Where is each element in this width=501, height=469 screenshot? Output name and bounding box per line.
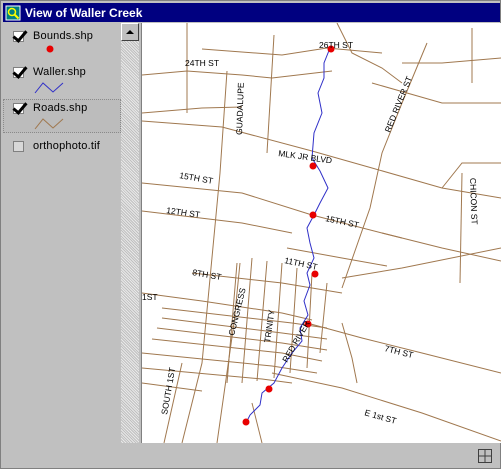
- line-symbol-icon: [34, 82, 64, 94]
- road-grid-v5: [273, 262, 283, 379]
- label-south1st: SOUTH 1ST: [159, 367, 177, 416]
- road-east-mid: [381, 232, 501, 262]
- layer-waller-checkbox[interactable]: [13, 67, 24, 78]
- label-12th: 12TH ST: [166, 205, 201, 220]
- label-guadalupe: GUADALUPE: [234, 82, 246, 135]
- layer-roads-name: Roads.shp: [33, 102, 88, 114]
- bounds-point: [309, 162, 317, 170]
- layer-bounds-name: Bounds.shp: [33, 30, 94, 42]
- layer-roads[interactable]: Roads.shp: [3, 99, 121, 133]
- view-window: View of Waller Creek Bounds.shp Waller.s…: [0, 0, 501, 469]
- status-bar: [3, 445, 500, 468]
- road-north-nw: [142, 106, 243, 114]
- label-e1st: E 1st ST: [363, 407, 397, 426]
- road-ne-upper: [371, 82, 501, 104]
- layer-roads-checkbox[interactable]: [13, 103, 24, 114]
- label-mlk: MLK JR BLVD: [278, 148, 333, 165]
- title-bar[interactable]: View of Waller Creek: [3, 3, 500, 22]
- label-8th: 8TH ST: [192, 267, 223, 282]
- road-east-12: [341, 247, 501, 279]
- bounds-point: [242, 418, 250, 426]
- label-26th: 26TH ST: [319, 40, 353, 50]
- label-24th: 24TH ST: [185, 58, 219, 68]
- road-south-small: [251, 402, 263, 443]
- road-chicon: [459, 172, 463, 284]
- label-chicon: CHICON ST: [468, 178, 480, 225]
- bounds-point: [265, 385, 273, 393]
- toc-scrollbar[interactable]: [121, 23, 139, 443]
- layer-bounds-checkbox[interactable]: [13, 31, 24, 42]
- map-svg[interactable]: 26TH ST 24TH ST GUADALUPE RED RIVER ST M…: [142, 23, 501, 443]
- layer-list: Bounds.shp Waller.shp Roads.shp orthopho…: [3, 23, 121, 443]
- map-canvas[interactable]: 26TH ST 24TH ST GUADALUPE RED RIVER ST M…: [141, 23, 501, 443]
- road-red-river-s: [319, 282, 328, 354]
- arrow-up-icon: [126, 30, 134, 34]
- grid-icon[interactable]: [478, 449, 492, 463]
- map-labels: 26TH ST 24TH ST GUADALUPE RED RIVER ST M…: [142, 40, 480, 426]
- layer-orthophoto-checkbox[interactable]: [13, 141, 24, 152]
- layer-bounds[interactable]: Bounds.shp: [3, 27, 121, 57]
- label-congress: CONGRESS: [226, 287, 248, 337]
- scroll-track[interactable]: [121, 41, 139, 443]
- view-icon: [5, 5, 21, 20]
- layer-waller-name: Waller.shp: [33, 66, 86, 78]
- label-trinity: TRINITY: [262, 309, 277, 343]
- label-11th: 11TH ST: [284, 255, 319, 272]
- roads-layer: [142, 23, 501, 443]
- road-12th: [142, 210, 293, 234]
- road-24th: [142, 70, 333, 79]
- scroll-up-button[interactable]: [121, 23, 139, 41]
- label-red-river-n: RED RIVER ST: [383, 75, 415, 134]
- road-east-upper: [402, 57, 501, 64]
- layer-orthophoto[interactable]: orthophoto.tif: [3, 137, 121, 155]
- road-north-upper: [336, 23, 403, 84]
- label-1st-w: 1ST: [142, 292, 158, 302]
- road-red-river-n: [341, 42, 428, 289]
- window-title: View of Waller Creek: [25, 5, 143, 20]
- label-15th-e: 15TH ST: [325, 213, 360, 230]
- label-7th: 7TH ST: [384, 343, 415, 360]
- layer-orthophoto-name: orthophoto.tif: [33, 140, 101, 152]
- road-se-1: [341, 322, 358, 384]
- label-15th-w: 15TH ST: [179, 170, 214, 186]
- layer-waller[interactable]: Waller.shp: [3, 63, 121, 97]
- table-of-contents: Bounds.shp Waller.shp Roads.shp orthopho…: [3, 23, 139, 443]
- line-symbol-icon: [34, 118, 64, 130]
- road-san-jacinto-n: [266, 34, 275, 154]
- point-symbol-icon: [46, 45, 54, 53]
- road-e1st: [271, 372, 501, 442]
- bounds-point: [309, 211, 317, 219]
